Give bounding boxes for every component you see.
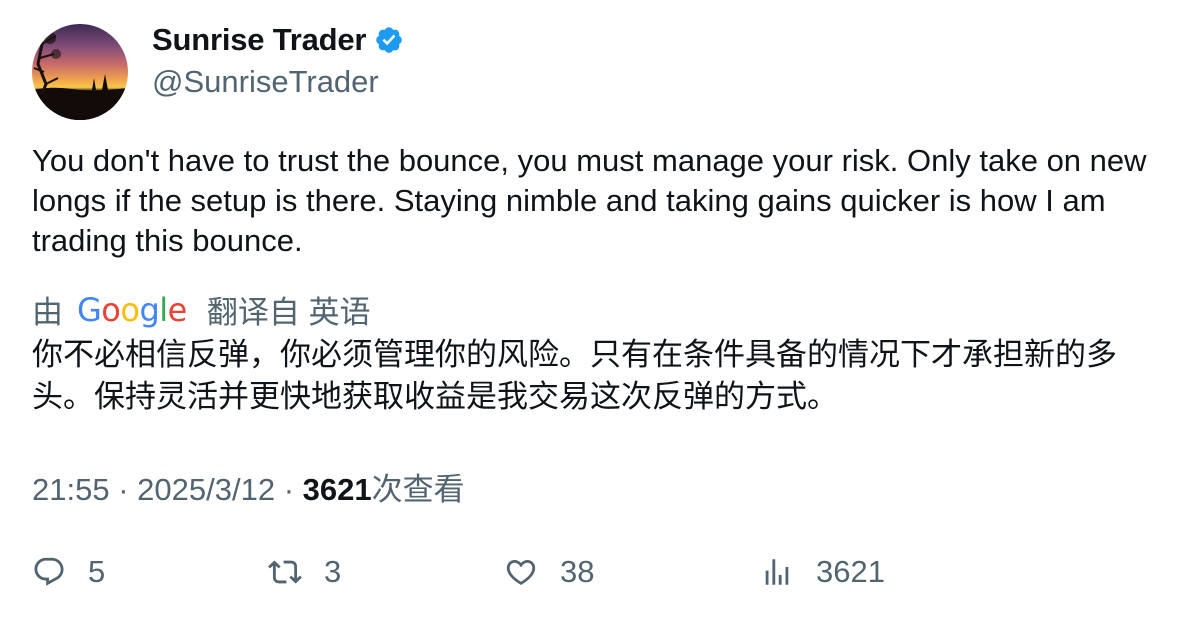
like-count: 38 (560, 554, 595, 589)
reply-count: 5 (88, 554, 106, 589)
retweet-icon (268, 560, 302, 584)
avatar[interactable] (32, 24, 128, 120)
heart-icon (506, 559, 536, 585)
tweet-text: You don't have to trust the bounce, you … (32, 143, 1147, 258)
analytics-bar-chart-icon (765, 559, 789, 585)
retweet-count: 3 (324, 554, 342, 589)
author-handle[interactable]: @SunriseTrader (152, 64, 379, 100)
tweet-date[interactable]: 2025/3/12 (137, 472, 275, 507)
sunset-landscape-avatar-icon (32, 24, 128, 120)
meta-separator: · (283, 472, 295, 507)
verified-badge-icon[interactable] (374, 25, 404, 55)
tweet-actions: 5 3 38 3621 (32, 548, 1172, 596)
translated-text: 你不必相信反弹，你必须管理你的风险。只有在条件具备的情况下才承担新的多头。保持灵… (32, 337, 1117, 415)
reply-button[interactable]: 5 (32, 548, 105, 596)
translation-prefix: 由 (32, 295, 63, 330)
views-action-count: 3621 (816, 554, 885, 589)
meta-separator: · (118, 472, 129, 507)
google-logo: Google (77, 290, 187, 329)
reply-icon (34, 557, 64, 586)
author-display-name[interactable]: Sunrise Trader (152, 22, 366, 58)
views-count: 3621 (302, 472, 372, 507)
translation-source-label: 翻译自 英语 (206, 295, 371, 330)
views-label: 次查看 (371, 472, 465, 507)
like-button[interactable]: 38 (504, 548, 594, 596)
author-name-row: Sunrise Trader (152, 22, 404, 58)
tweet-meta: 21:55 · 2025/3/12 · 3621次查看 (32, 464, 465, 509)
tweet-time[interactable]: 21:55 (32, 472, 110, 507)
retweet-button[interactable]: 3 (268, 548, 341, 596)
views-button[interactable]: 3621 (760, 548, 885, 596)
translation-attribution: 由 Google 翻译自 英语 (32, 287, 370, 332)
